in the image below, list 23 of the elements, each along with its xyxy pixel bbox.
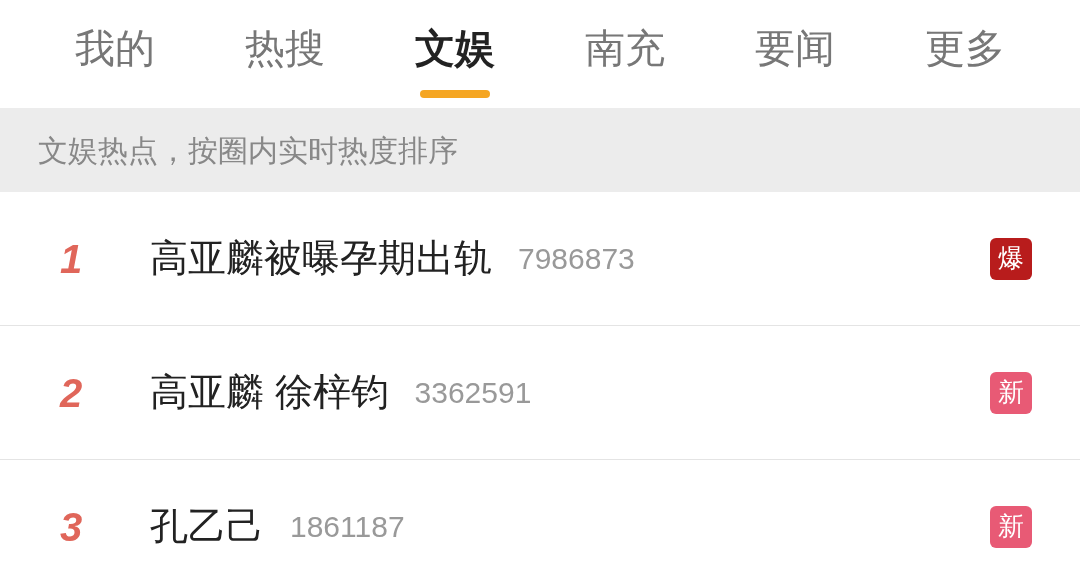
rank-number: 2	[58, 369, 84, 417]
rank-number: 1	[59, 235, 84, 283]
notice-bar: 文娱热点，按圈内实时热度排序	[0, 108, 1080, 192]
tab-indicator	[420, 90, 490, 98]
topic-title: 高亚麟被曝孕期出轨	[150, 236, 492, 281]
category-tab[interactable]: 热搜	[245, 0, 325, 108]
topic-badge: 爆	[990, 237, 1032, 280]
category-tab[interactable]: 文娱	[415, 0, 495, 108]
topic-badge: 新	[990, 371, 1032, 414]
hot-search-row[interactable]: 3 孔乙己 1861187 新	[0, 460, 1080, 576]
hot-search-row[interactable]: 2 高亚麟 徐梓钧 3362591 新	[0, 326, 1080, 460]
hot-search-row[interactable]: 1 高亚麟被曝孕期出轨 7986873 爆	[0, 192, 1080, 326]
heat-count: 7986873	[518, 241, 635, 277]
topic-title: 孔乙己	[150, 504, 264, 549]
category-tab[interactable]: 南充	[585, 0, 665, 108]
category-tab[interactable]: 我的	[75, 0, 155, 108]
topic-title: 高亚麟 徐梓钧	[150, 370, 389, 415]
rank-number: 3	[59, 503, 84, 551]
heat-count: 3362591	[414, 375, 532, 411]
heat-count: 1861187	[290, 509, 405, 545]
category-tab[interactable]: 更多	[925, 0, 1005, 108]
category-tab[interactable]: 要闻	[755, 0, 835, 108]
topic-badge: 新	[990, 505, 1032, 548]
